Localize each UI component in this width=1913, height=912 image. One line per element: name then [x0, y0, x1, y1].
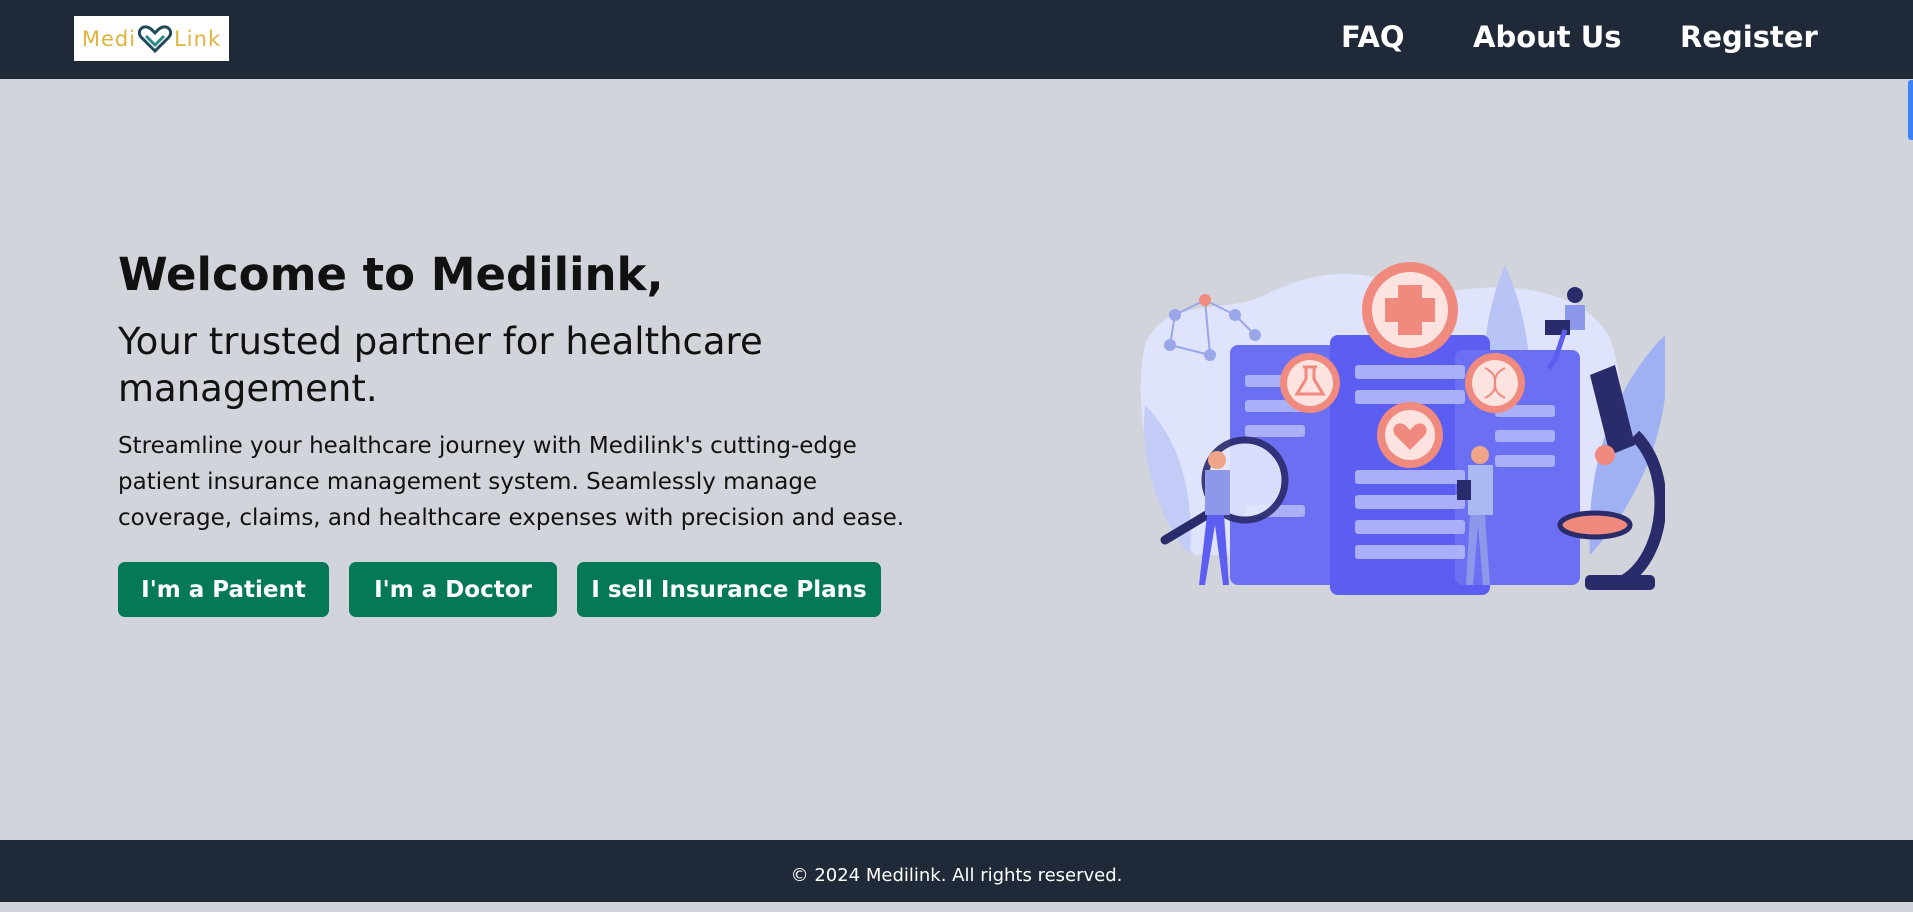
hero-title: Welcome to Medilink,: [118, 248, 664, 301]
hero-subtitle: Your trusted partner for healthcare mana…: [118, 320, 763, 410]
nav-link-faq[interactable]: FAQ: [1341, 20, 1405, 54]
nav-link-register[interactable]: Register: [1680, 20, 1818, 54]
patient-button[interactable]: I'm a Patient: [118, 562, 329, 617]
logo-text-left: Medi: [81, 26, 137, 51]
logo[interactable]: Medi Link: [74, 16, 229, 61]
insurance-seller-button[interactable]: I sell Insurance Plans: [577, 562, 881, 617]
healthcare-illustration: [1140, 262, 1665, 595]
doctor-button[interactable]: I'm a Doctor: [349, 562, 557, 617]
heart-logo-icon: [138, 24, 173, 53]
footer: © 2024 Medilink. All rights reserved.: [0, 840, 1913, 902]
nav-link-about-us[interactable]: About Us: [1473, 20, 1622, 54]
copyright-text: © 2024 Medilink. All rights reserved.: [790, 865, 1123, 886]
logo-text-right: Link: [174, 26, 222, 51]
hero-description: Streamline your healthcare journey with …: [118, 433, 905, 531]
scrollbar-thumb[interactable]: [1908, 80, 1913, 140]
navbar: Medi Link FAQ About Us Register: [0, 0, 1913, 79]
